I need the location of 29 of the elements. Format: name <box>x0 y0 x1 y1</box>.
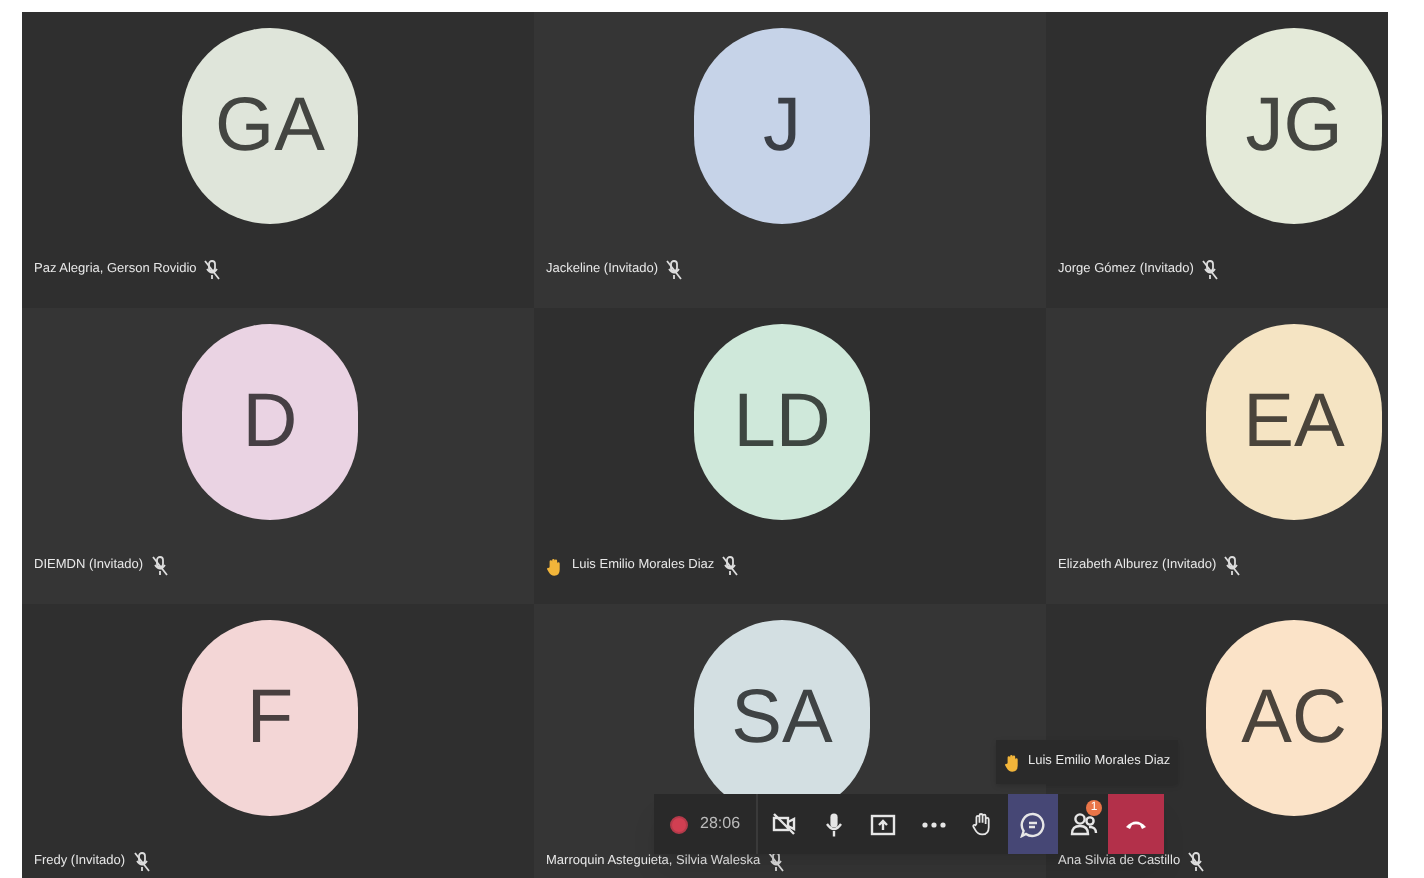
avatar: JG <box>1206 28 1382 224</box>
camera-off-icon <box>771 812 796 836</box>
mic-off-icon <box>204 260 221 280</box>
call-timer: 28:06 <box>700 812 741 836</box>
mic-off-icon <box>133 852 150 872</box>
mic-off-icon <box>722 556 739 576</box>
mic-off-icon <box>151 556 168 576</box>
chat-icon <box>1020 811 1047 837</box>
mic-off-icon <box>768 852 785 872</box>
avatar: D <box>182 324 358 520</box>
avatar: F <box>182 620 358 816</box>
avatar: LD <box>694 324 870 520</box>
people-icon <box>1069 812 1098 836</box>
raised-hand-icon <box>546 557 564 575</box>
more-icon <box>921 821 946 827</box>
mic-off-icon <box>1224 556 1241 576</box>
avatar: EA <box>1206 324 1382 520</box>
raised-hand-icon <box>1004 753 1022 771</box>
chat-button[interactable] <box>1008 794 1059 854</box>
avatar: AC <box>1206 620 1382 816</box>
share-screen-icon <box>870 813 897 835</box>
avatar: GA <box>182 28 358 224</box>
mic-off-icon <box>666 260 682 280</box>
mic-off-icon <box>1188 852 1205 872</box>
hand-icon <box>972 811 995 837</box>
mic-off-icon <box>1201 260 1218 280</box>
microphone-icon <box>823 811 844 837</box>
avatar: J <box>694 28 870 224</box>
hang-up-icon <box>1124 818 1149 830</box>
